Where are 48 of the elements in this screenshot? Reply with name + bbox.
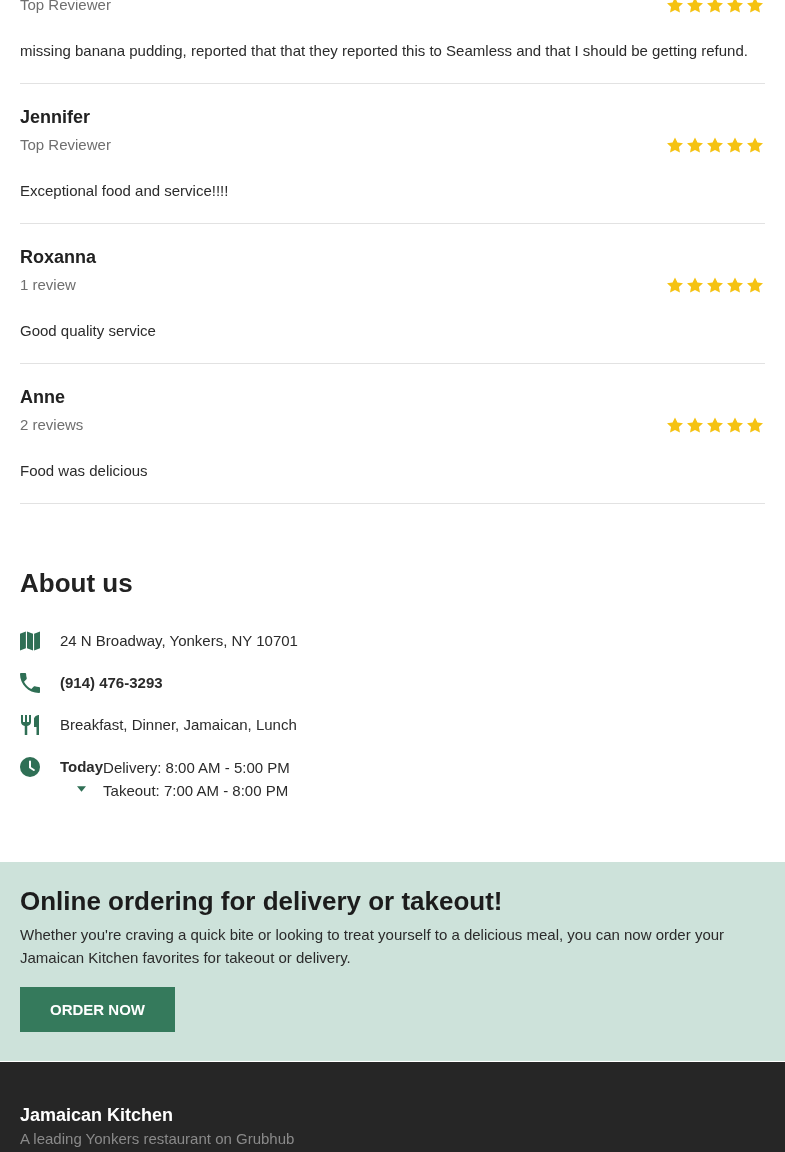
- star-icon: [747, 0, 763, 13]
- star-icon: [707, 137, 723, 153]
- phone-link[interactable]: (914) 476-3293: [60, 672, 163, 694]
- cuisine-text: Breakfast, Dinner, Jamaican, Lunch: [60, 715, 297, 735]
- star-icon: [727, 277, 743, 293]
- reviewer-status: 2 reviews: [20, 415, 84, 435]
- star-icon: [727, 0, 743, 13]
- review-text: Exceptional food and service!!!!: [20, 181, 230, 201]
- day-label: Today: [60, 757, 104, 775]
- star-icon: [727, 417, 743, 433]
- star-icon: [687, 0, 703, 13]
- star-icon: [747, 277, 763, 293]
- hours-text: Delivery: 8:00 AM - 5:00 PM: [103, 758, 290, 778]
- reviewer-name: Jennifer: [20, 106, 92, 128]
- reviewer-status: Top Reviewer: [20, 0, 111, 15]
- fork-knife-icon: [20, 715, 40, 735]
- footer-tagline: A leading Yonkers restaurant on Grubhub: [20, 1130, 296, 1148]
- map-icon: [20, 631, 40, 651]
- review-text: Good quality service: [20, 321, 157, 341]
- star-icon: [727, 137, 743, 153]
- review-text: Food was delicious: [20, 461, 149, 481]
- hours-text: Takeout: 7:00 AM - 8:00 PM: [103, 781, 290, 801]
- star-icon: [667, 137, 683, 153]
- star-icon: [667, 0, 683, 13]
- star-icon: [707, 277, 723, 293]
- star-icon: [747, 137, 763, 153]
- address-text: 24 N Broadway, Yonkers, NY 10701: [60, 631, 298, 651]
- banner-heading: Online ordering for delivery or takeout!: [20, 885, 504, 917]
- star-icon: [747, 417, 763, 433]
- star-icon: [687, 417, 703, 433]
- reviewer-name: Roxanna: [20, 246, 98, 268]
- reviewer-name: Anne: [20, 386, 66, 408]
- star-icon: [667, 277, 683, 293]
- reviewer-status: Top Reviewer: [20, 135, 111, 155]
- star-icon: [687, 137, 703, 153]
- reviewer-status: 1 review: [20, 275, 76, 295]
- clock-icon: [20, 757, 40, 777]
- phone-icon: [20, 673, 40, 693]
- star-icon: [667, 417, 683, 433]
- banner-text: Whether you're craving a quick bite or looking to treat yourself to a delicious meal, you can now order your Jamaican Kitchen favorites for takeout or delivery.: [20, 925, 726, 968]
- footer-title: Jamaican Kitchen: [20, 1104, 175, 1126]
- review-text: missing banana pudding, reported that that they reported this to Seamless and that I should be getting refund.: [20, 41, 749, 61]
- star-icon: [707, 0, 723, 13]
- order-now-button[interactable]: ORDER NOW: [20, 987, 175, 1032]
- star-icon: [687, 277, 703, 293]
- caret-down-icon[interactable]: [77, 786, 87, 792]
- star-icon: [707, 417, 723, 433]
- section-heading: About us: [20, 567, 134, 599]
